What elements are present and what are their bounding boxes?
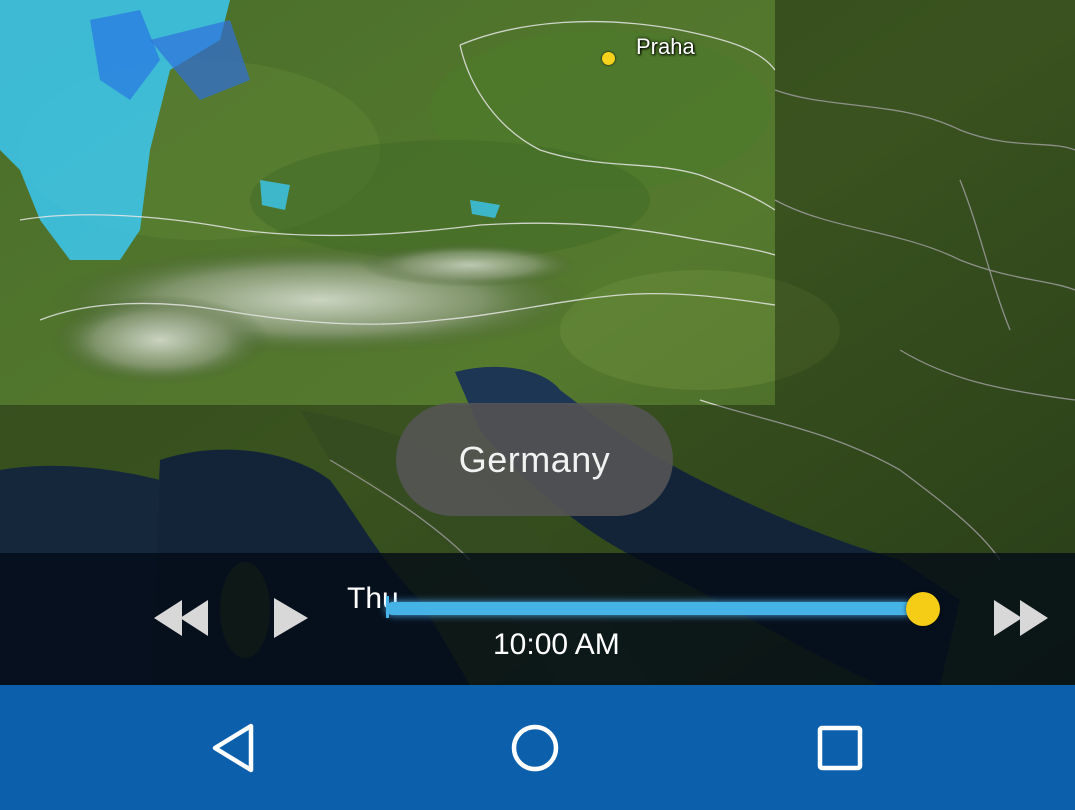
nav-home-button[interactable] [505, 718, 565, 778]
nav-recents-button[interactable] [810, 718, 870, 778]
city-marker [602, 52, 615, 65]
recents-icon [817, 725, 863, 771]
rewind-icon [154, 600, 208, 636]
home-icon [511, 724, 559, 772]
city-label: Praha [636, 34, 695, 59]
play-button[interactable] [268, 594, 312, 642]
back-icon [212, 723, 254, 773]
region-toast-text: Germany [458, 438, 611, 480]
nav-back-button[interactable] [205, 718, 265, 778]
region-toast: Germany [396, 403, 673, 516]
timeline-thumb[interactable] [906, 592, 940, 626]
time-label: 10:00 AM [493, 628, 620, 661]
play-icon [274, 598, 308, 638]
fast-forward-icon [994, 600, 1048, 636]
fast-forward-button[interactable] [990, 596, 1052, 640]
timeline-track[interactable] [386, 602, 926, 615]
rewind-button[interactable] [150, 596, 212, 640]
